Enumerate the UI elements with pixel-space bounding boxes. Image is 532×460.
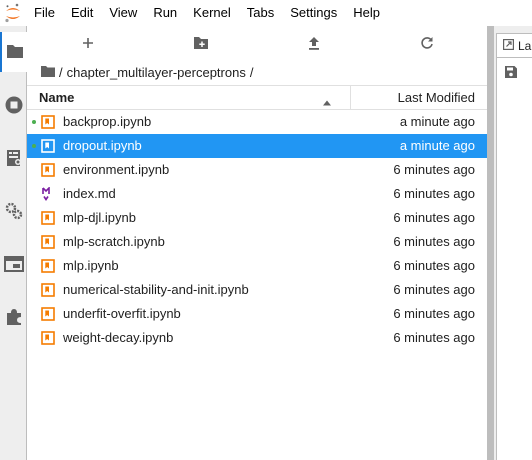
tabs-icon	[3, 255, 24, 275]
file-name: index.md	[63, 186, 116, 201]
notebook-file-icon	[41, 235, 55, 249]
file-row[interactable]: dropout.ipynb a minute ago	[27, 134, 487, 158]
file-row[interactable]: mlp-scratch.ipynb 6 minutes ago	[27, 230, 487, 254]
new-folder-icon	[193, 36, 209, 53]
file-last-modified: 6 minutes ago	[393, 258, 475, 273]
jupyter-logo-icon	[0, 0, 26, 26]
file-row[interactable]: index.md 6 minutes ago	[27, 182, 487, 206]
notebook-file-icon	[41, 331, 55, 345]
column-divider[interactable]	[350, 86, 351, 109]
file-last-modified: 6 minutes ago	[393, 210, 475, 225]
notebook-file-icon	[41, 259, 55, 273]
file-last-modified: 6 minutes ago	[393, 282, 475, 297]
menu-help[interactable]: Help	[345, 0, 388, 26]
file-last-modified: 6 minutes ago	[393, 162, 475, 177]
breadcrumb-folder[interactable]: chapter_multilayer-perceptrons	[67, 65, 246, 80]
file-name: mlp-scratch.ipynb	[63, 234, 165, 249]
dock-content	[496, 87, 532, 460]
menu-tabs[interactable]: Tabs	[239, 0, 282, 26]
activity-commands[interactable]	[0, 139, 27, 179]
menu-edit[interactable]: Edit	[63, 0, 101, 26]
file-row[interactable]: weight-decay.ipynb 6 minutes ago	[27, 326, 487, 350]
file-last-modified: 6 minutes ago	[393, 234, 475, 249]
menu-settings[interactable]: Settings	[282, 0, 345, 26]
folder-icon	[6, 43, 24, 62]
file-last-modified: a minute ago	[399, 114, 475, 129]
activity-tabs[interactable]	[0, 245, 27, 285]
file-row[interactable]: underfit-overfit.ipynb 6 minutes ago	[27, 302, 487, 326]
dock-toolbar	[496, 57, 532, 87]
breadcrumb-separator: /	[59, 64, 63, 80]
running-icon	[5, 96, 23, 117]
gears-icon	[5, 202, 23, 223]
menu-file[interactable]: File	[26, 0, 63, 26]
activity-extension-manager[interactable]	[0, 298, 27, 338]
activity-running[interactable]	[0, 86, 27, 126]
upload-button[interactable]	[301, 32, 327, 56]
menu-bar: File Edit View Run Kernel Tabs Settings …	[0, 0, 532, 26]
launcher-icon	[503, 38, 515, 53]
running-indicator-icon	[32, 120, 36, 124]
file-name: dropout.ipynb	[63, 138, 142, 153]
tab-launcher-label: La	[518, 38, 532, 53]
new-folder-button[interactable]	[188, 32, 214, 56]
puzzle-icon	[5, 308, 23, 329]
file-name: mlp-djl.ipynb	[63, 210, 136, 225]
file-last-modified: 6 minutes ago	[393, 330, 475, 345]
save-icon[interactable]	[505, 66, 517, 81]
main-dock-area: La	[494, 26, 532, 460]
menu-view[interactable]: View	[101, 0, 145, 26]
file-name: environment.ipynb	[63, 162, 170, 177]
file-name: weight-decay.ipynb	[63, 330, 174, 345]
markdown-file-icon	[41, 186, 55, 201]
menu-run[interactable]: Run	[145, 0, 185, 26]
file-list: backprop.ipynb a minute ago dropout.ipynb a…	[27, 110, 487, 350]
refresh-icon	[420, 36, 434, 53]
file-row[interactable]: mlp.ipynb 6 minutes ago	[27, 254, 487, 278]
activity-file-browser[interactable]	[0, 32, 27, 72]
menu-kernel[interactable]: Kernel	[185, 0, 239, 26]
new-launcher-button[interactable]	[75, 32, 101, 56]
notebook-file-icon	[41, 115, 55, 129]
refresh-button[interactable]	[414, 32, 440, 56]
file-last-modified: 6 minutes ago	[393, 306, 475, 321]
plus-icon	[82, 37, 94, 52]
file-row[interactable]: numerical-stability-and-init.ipynb 6 minu…	[27, 278, 487, 302]
file-name: backprop.ipynb	[63, 114, 152, 129]
file-browser: / chapter_multilayer-perceptrons / Name …	[27, 26, 487, 460]
notebook-file-icon	[41, 163, 55, 177]
breadcrumb-separator-trailing: /	[249, 64, 254, 80]
sort-ascending-icon[interactable]	[323, 94, 331, 109]
notebook-file-icon	[41, 139, 55, 153]
tab-launcher[interactable]: La	[496, 33, 532, 57]
file-name: underfit-overfit.ipynb	[63, 306, 181, 321]
notebook-file-icon	[41, 283, 55, 297]
file-row[interactable]: backprop.ipynb a minute ago	[27, 110, 487, 134]
file-last-modified: 6 minutes ago	[393, 186, 475, 201]
notebook-file-icon	[41, 307, 55, 321]
activity-property-inspector[interactable]	[0, 192, 27, 232]
column-header-last-modified[interactable]: Last Modified	[398, 86, 475, 109]
file-list-header: Name Last Modified	[27, 85, 487, 110]
file-name: mlp.ipynb	[63, 258, 119, 273]
breadcrumb: / chapter_multilayer-perceptrons /	[41, 63, 257, 81]
file-row[interactable]: environment.ipynb 6 minutes ago	[27, 158, 487, 182]
panel-splitter[interactable]	[487, 26, 494, 460]
notebook-file-icon	[41, 211, 55, 225]
file-last-modified: a minute ago	[399, 138, 475, 153]
home-folder-icon[interactable]	[41, 65, 55, 80]
file-name: numerical-stability-and-init.ipynb	[63, 282, 249, 297]
file-row[interactable]: mlp-djl.ipynb 6 minutes ago	[27, 206, 487, 230]
activity-bar	[0, 26, 27, 460]
column-header-name[interactable]: Name	[39, 86, 74, 109]
commands-icon	[5, 149, 23, 170]
file-browser-toolbar	[27, 32, 487, 56]
upload-icon	[308, 36, 320, 53]
jupyterlab-window: File Edit View Run Kernel Tabs Settings …	[0, 0, 532, 460]
running-indicator-icon	[32, 144, 36, 148]
